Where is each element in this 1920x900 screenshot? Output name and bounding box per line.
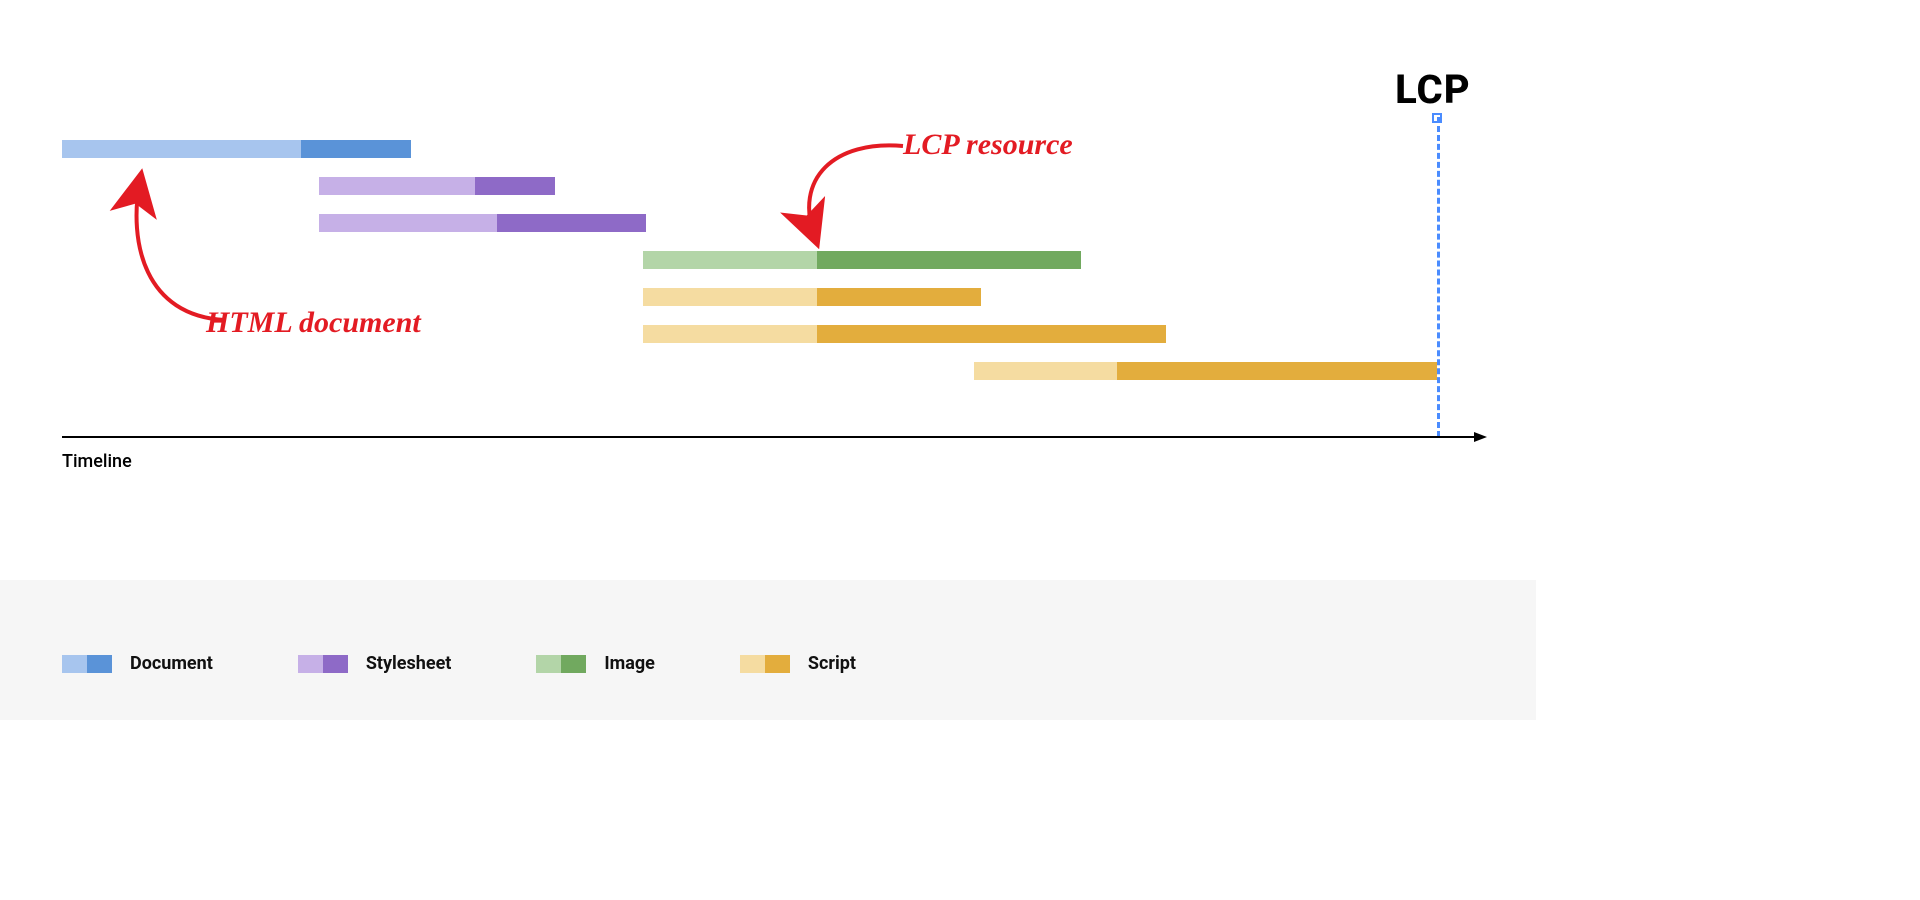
legend-swatch xyxy=(740,655,790,673)
annotation-arrow-lcp-resource xyxy=(775,138,915,258)
bar-segment-wait xyxy=(319,177,476,195)
bar-segment-download xyxy=(301,140,411,158)
waterfall-bar xyxy=(643,325,1166,343)
legend-swatch xyxy=(62,655,112,673)
bar-segment-wait xyxy=(62,140,301,158)
bar-segment-download xyxy=(475,177,555,195)
annotation-lcp-resource: LCP resource xyxy=(903,128,1073,162)
legend-item: Document xyxy=(62,653,213,674)
bar-segment-download xyxy=(497,214,647,232)
bar-segment-wait xyxy=(974,362,1117,380)
bar-segment-wait xyxy=(643,325,817,343)
timeline-axis-label: Timeline xyxy=(62,451,132,472)
legend-swatch xyxy=(536,655,586,673)
lcp-milestone-label: LCP xyxy=(1395,66,1471,113)
legend-item: Script xyxy=(740,653,856,674)
waterfall-bar xyxy=(319,177,556,195)
legend: Document Stylesheet Image Script xyxy=(62,653,856,674)
legend-item: Stylesheet xyxy=(298,653,452,674)
legend-swatch xyxy=(298,655,348,673)
legend-label: Image xyxy=(604,653,655,674)
bar-segment-wait xyxy=(319,214,497,232)
timeline-axis xyxy=(62,431,1487,443)
annotation-arrow-html-document xyxy=(110,168,270,328)
waterfall-bar xyxy=(974,362,1437,380)
legend-band: Document Stylesheet Image Script xyxy=(0,580,1536,720)
legend-label: Stylesheet xyxy=(366,653,452,674)
legend-label: Script xyxy=(808,653,856,674)
legend-item: Image xyxy=(536,653,655,674)
waterfall-bar xyxy=(643,288,981,306)
bar-segment-download xyxy=(817,325,1166,343)
bar-segment-wait xyxy=(643,288,817,306)
legend-label: Document xyxy=(130,653,213,674)
bar-segment-download xyxy=(817,288,981,306)
diagram-canvas: LCP Timeline HTML document LCP resource … xyxy=(0,0,1536,720)
bar-segment-download xyxy=(1117,362,1438,380)
waterfall-bar xyxy=(62,140,411,158)
waterfall-bar xyxy=(319,214,647,232)
